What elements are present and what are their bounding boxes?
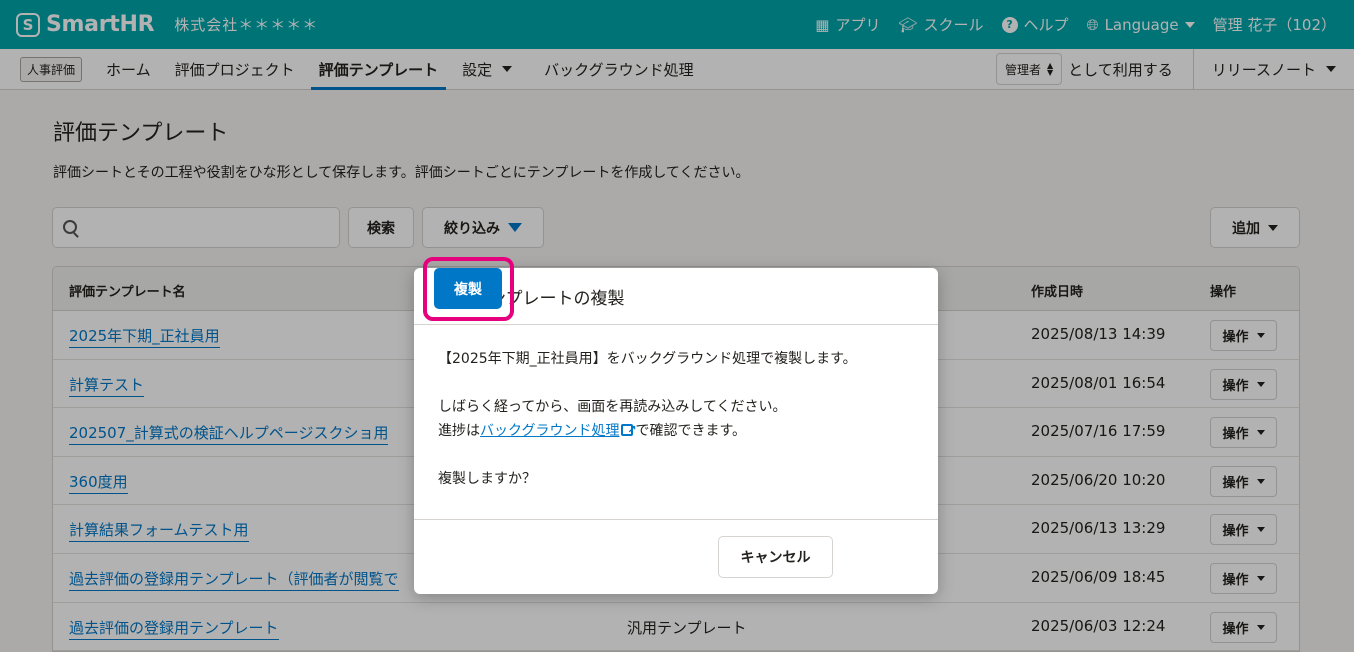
dialog-body: 【2025年下期_正社員用】をバックグラウンド処理で複製します。 しばらく経って… — [414, 325, 938, 519]
duplicate-button[interactable]: 複製 — [434, 268, 502, 309]
background-process-link[interactable]: バックグラウンド処理 — [480, 423, 619, 439]
dialog-line3-suffix: で確認できます。 — [635, 423, 747, 439]
dialog-line2: しばらく経ってから、画面を再読み込みしてください。 — [438, 399, 787, 415]
dialog-line4: 複製しますか？ — [438, 471, 536, 487]
dialog-line3-prefix: 進捗は — [438, 423, 480, 439]
dialog-line1: 【2025年下期_正社員用】をバックグラウンド処理で複製します。 — [438, 351, 857, 367]
cancel-button[interactable]: キャンセル — [718, 536, 833, 578]
dialog-line3: 進捗はバックグラウンド処理で確認できます。 — [438, 418, 914, 443]
external-link-icon — [621, 418, 636, 442]
dialog-footer: キャンセル — [414, 519, 938, 593]
